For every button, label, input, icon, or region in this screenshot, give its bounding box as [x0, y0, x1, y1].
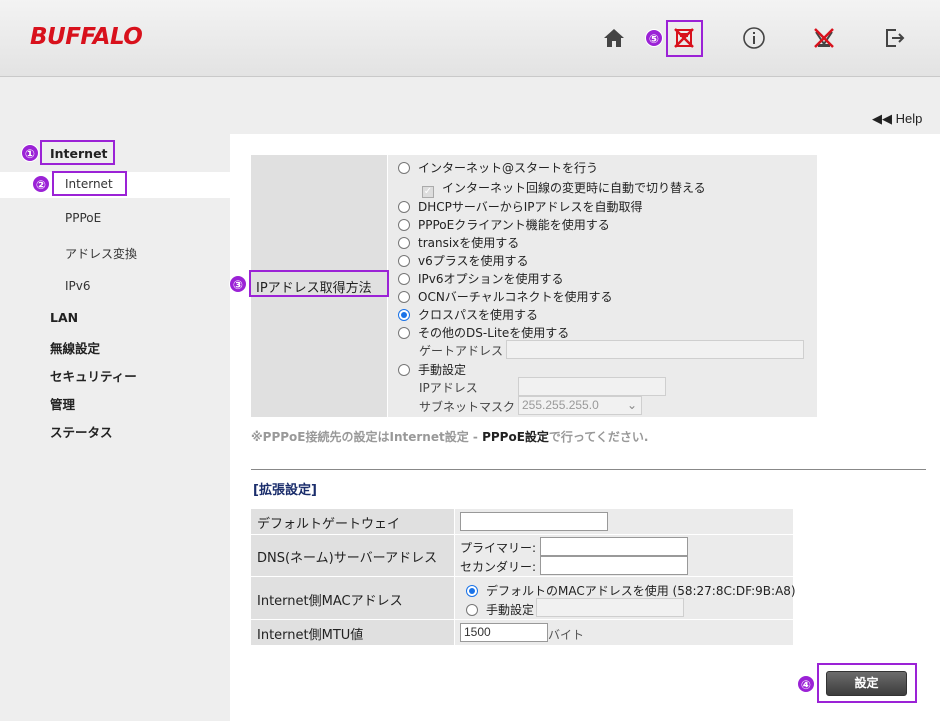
step-badge-5: ⑤	[645, 29, 663, 47]
dns-primary-input[interactable]	[540, 537, 688, 556]
sidebar-item-status[interactable]: ステータス	[50, 422, 113, 441]
radio-other-ds-lite[interactable]	[398, 327, 410, 339]
default-gateway-label: デフォルトゲートウェイ	[257, 517, 401, 532]
option-dhcp[interactable]: DHCPサーバーからIPアドレスを自動取得	[398, 198, 643, 215]
home-icon[interactable]	[600, 24, 628, 52]
highlight-box-3	[249, 270, 389, 297]
option-auto-switch: ✓ インターネット回線の変更時に自動で切り替える	[422, 181, 706, 198]
sidebar-item-lan[interactable]: LAN	[50, 310, 78, 325]
option-crosspass[interactable]: クロスパスを使用する	[398, 306, 538, 323]
option-ocn-virtual-connect[interactable]: OCNバーチャルコネクトを使用する	[398, 288, 612, 305]
step-badge-1: ①	[21, 144, 39, 162]
mtu-label: Internet側MTU値	[257, 628, 364, 643]
help-label: Help	[895, 111, 923, 126]
radio-ocn-virtual-connect[interactable]	[398, 291, 410, 303]
buffalo-logo: BUFFALO	[30, 24, 143, 50]
top-header: BUFFALO ⑤	[0, 0, 940, 77]
manual-ip-label: IPアドレス	[419, 381, 478, 395]
double-left-arrow-icon: ◀◀	[872, 111, 892, 126]
pppoe-settings-link[interactable]: PPPoE設定	[482, 430, 549, 444]
option-internet-start[interactable]: インターネット@スタートを行う	[398, 159, 598, 176]
option-ipv6-option[interactable]: IPv6オプションを使用する	[398, 270, 564, 287]
chevron-down-icon: ⌄	[626, 398, 637, 412]
dns-secondary-input[interactable]	[540, 556, 688, 575]
highlight-box-1	[40, 140, 115, 165]
radio-crosspass[interactable]	[398, 309, 410, 321]
gateway-address-label: ゲートアドレス	[419, 344, 504, 358]
mac-manual-option[interactable]: 手動設定	[466, 601, 534, 618]
radio-mac-manual[interactable]	[466, 604, 478, 616]
radio-pppoe[interactable]	[398, 219, 410, 231]
help-link[interactable]: ◀◀ Help	[872, 111, 922, 127]
radio-internet-start[interactable]	[398, 162, 410, 174]
mac-label: Internet側MACアドレス	[257, 594, 403, 609]
dns-label: DNS(ネーム)サーバーアドレス	[257, 551, 438, 566]
sidebar-item-admin[interactable]: 管理	[50, 394, 75, 413]
option-manual[interactable]: 手動設定	[398, 361, 466, 378]
step-badge-4: ④	[797, 675, 815, 693]
subnet-mask-label: サブネットマスク	[419, 400, 516, 414]
radio-transix[interactable]	[398, 237, 410, 249]
default-gateway-input[interactable]	[460, 512, 608, 531]
manual-ip-input[interactable]	[518, 377, 666, 396]
radio-manual[interactable]	[398, 364, 410, 376]
radio-v6plus[interactable]	[398, 255, 410, 267]
mtu-input[interactable]: 1500	[460, 623, 548, 642]
option-other-ds-lite[interactable]: その他のDS-Liteを使用する	[398, 324, 569, 341]
mac-manual-input[interactable]	[536, 598, 684, 617]
sidebar-subitem-pppoe[interactable]: PPPoE	[65, 211, 101, 225]
mac-default-option[interactable]: デフォルトのMACアドレスを使用 (58:27:8C:DF:9B:A8)	[466, 582, 796, 599]
step-badge-3: ③	[229, 275, 247, 293]
auto-switch-checkbox: ✓	[422, 186, 434, 198]
radio-dhcp[interactable]	[398, 201, 410, 213]
option-transix[interactable]: transixを使用する	[398, 234, 519, 251]
dns-primary-label: プライマリー:	[460, 541, 537, 555]
radio-ipv6-option[interactable]	[398, 273, 410, 285]
wireless-off-icon[interactable]	[810, 24, 838, 52]
highlight-box-4	[817, 663, 917, 703]
sidebar-subitem-ipv6[interactable]: IPv6	[65, 279, 91, 293]
dns-secondary-label: セカンダリー:	[460, 560, 537, 574]
radio-mac-default[interactable]	[466, 585, 478, 597]
subnet-mask-select[interactable]: 255.255.255.0 ⌄	[518, 396, 642, 415]
section-divider	[251, 469, 926, 470]
logout-icon[interactable]	[880, 24, 908, 52]
highlight-box-2	[52, 171, 127, 196]
option-v6plus[interactable]: v6プラスを使用する	[398, 252, 529, 269]
sidebar-subitem-nat[interactable]: アドレス変換	[65, 245, 137, 262]
option-pppoe[interactable]: PPPoEクライアント機能を使用する	[398, 216, 610, 233]
info-icon[interactable]	[740, 24, 768, 52]
step-badge-2: ②	[32, 175, 50, 193]
highlight-box-5	[666, 20, 703, 57]
sidebar-item-wireless[interactable]: 無線設定	[50, 338, 100, 357]
sidebar-item-security[interactable]: セキュリティー	[50, 366, 137, 385]
pppoe-note: ※PPPoE接続先の設定はInternet設定 - PPPoE設定で行ってくださ…	[251, 430, 649, 444]
mtu-unit: バイト	[548, 628, 585, 642]
extended-settings-title: [拡張設定]	[253, 483, 317, 498]
gateway-address-input[interactable]	[506, 340, 804, 359]
